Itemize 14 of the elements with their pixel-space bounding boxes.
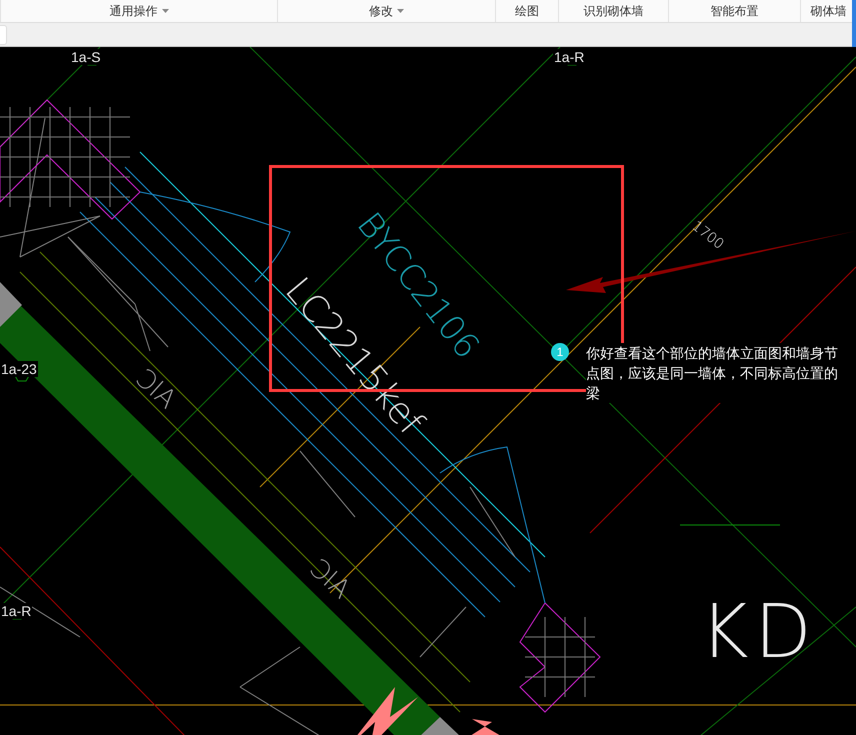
note-number: 1: [551, 343, 569, 361]
axis-label: 1a-R: [553, 49, 586, 65]
axis-label: 1a-S: [70, 49, 102, 65]
scrollbar[interactable]: [852, 0, 856, 50]
drawing-mark: ƆIA: [130, 365, 180, 414]
drawing-mark: ƆIA: [304, 555, 354, 604]
toolbar-button[interactable]: 绘图: [495, 0, 558, 22]
axis-label: 1a-23: [0, 361, 38, 377]
toolbar-button[interactable]: 识别砌体墙: [558, 0, 668, 22]
toolbar-button[interactable]: 通用操作: [0, 0, 277, 22]
toolbar-button[interactable]: 修改: [277, 0, 495, 22]
axis-label: 1a-R: [0, 603, 32, 619]
room-code: KD: [700, 595, 818, 669]
toolbar-button[interactable]: 智能布置: [668, 0, 800, 22]
